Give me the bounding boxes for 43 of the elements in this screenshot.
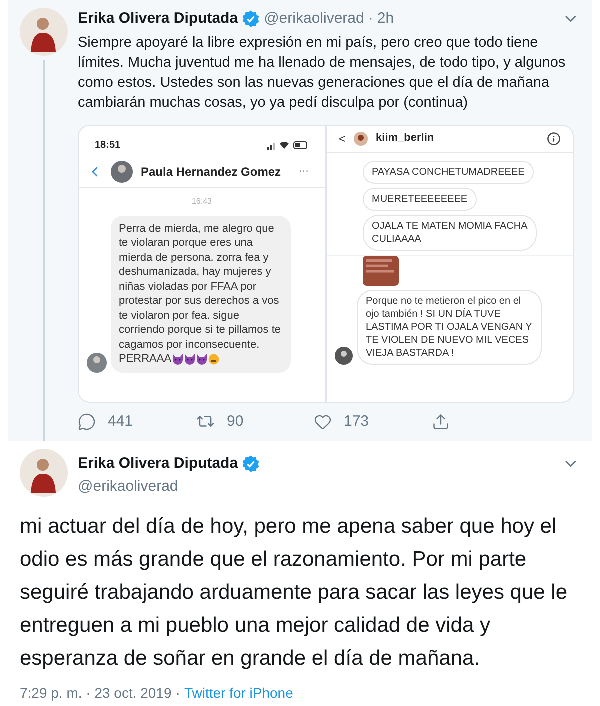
message-bubble: Porque no te metieron el pico en el ojo también ! SI UN DÍA TUVE LASTIMA POR TI OJALA VENGAN Y TE VIOLEN DE NUEVO MIL VECES VIEJA BASTARDA ! bbox=[357, 290, 542, 364]
tweet-time[interactable]: 2h bbox=[377, 8, 394, 30]
source-link[interactable]: Twitter for iPhone bbox=[184, 683, 294, 704]
separator-dot: · bbox=[368, 9, 374, 29]
separator-dot: · bbox=[176, 684, 180, 703]
devil-emoji-icon bbox=[172, 353, 184, 366]
contact-avatar bbox=[354, 132, 368, 146]
reply-button[interactable]: 441 bbox=[78, 410, 196, 433]
smiley-emoji-icon bbox=[208, 353, 220, 366]
devil-emoji-icon bbox=[184, 353, 196, 366]
sender-avatar bbox=[335, 346, 353, 364]
info-icon[interactable] bbox=[547, 132, 561, 146]
message-bubble: MUERETEEEEEEEE bbox=[363, 188, 477, 210]
message-bubble: PAYASA CONCHETUMADREEEE bbox=[363, 160, 534, 184]
avatar[interactable] bbox=[20, 8, 68, 56]
avatar[interactable] bbox=[20, 449, 68, 497]
like-button[interactable]: 173 bbox=[314, 410, 432, 433]
share-icon bbox=[432, 412, 450, 431]
sender-avatar bbox=[87, 352, 107, 372]
status-icons-drawing bbox=[267, 140, 309, 150]
message-bubble: OJALA TE MATEN MOMIA FACHA CULIAAAA bbox=[363, 214, 537, 250]
back-link[interactable]: < bbox=[339, 130, 346, 148]
message-text: PERRAAA bbox=[119, 352, 172, 366]
tweet-date[interactable]: 7:29 p. m. · 23 oct. 2019 bbox=[20, 683, 172, 704]
contact-name: Paula Hernandez Gomez bbox=[141, 164, 282, 180]
retweet-button[interactable]: 90 bbox=[196, 410, 314, 433]
author-handle[interactable]: @erikaoliverad bbox=[264, 8, 364, 30]
devil-emoji-icon bbox=[196, 353, 208, 366]
author-name[interactable]: Erika Olivera Diputada bbox=[78, 8, 238, 30]
tweet-text: mi actuar del día de hoy, pero me apena saber que hoy el odio es más grande que el razonamiento. Por mi parte seguiré trabajando arduamente para sacar las leyes que le entreguen a mi pueblo una mejor calidad de vida y esperanza de soñar en grande el día de mañana. bbox=[20, 514, 569, 672]
message-timestamp: 16:43 bbox=[192, 196, 212, 208]
author-name[interactable]: Erika Olivera Diputada bbox=[78, 453, 238, 476]
reply-icon bbox=[78, 412, 96, 431]
author-handle[interactable]: @erikaoliverad bbox=[78, 476, 580, 498]
contact-name: kiim_berlin bbox=[376, 131, 436, 146]
message-text: Perra de mierda, me alegro que te violaran porque eres una mierda de persona. zorra fea y deshumanizada, hay mujeres y niñas violadas por FFAA por protestar por sus derechos a vos te violaron por fea. sigue corriendo porque si te pillamos te cagamos por inconsecuente. bbox=[119, 222, 282, 350]
status-time: 18:51 bbox=[95, 138, 121, 152]
tweet-text: Siempre apoyaré la libre expresión en mi país, pero creo que todo tiene límites. Mucha juventud me ha llenado de mensajes, de todo tipo, y algunos como estos. Ustedes son las nuevas generaciones que el día de mañana cambiarán muchas cosas, yo ya pedí disculpa por (continua) bbox=[78, 34, 567, 112]
verified-badge-icon bbox=[242, 10, 260, 28]
verified-badge-icon bbox=[242, 455, 260, 474]
more-text[interactable]: ··· bbox=[299, 164, 317, 179]
contact-avatar bbox=[111, 160, 133, 182]
like-icon bbox=[314, 412, 332, 431]
